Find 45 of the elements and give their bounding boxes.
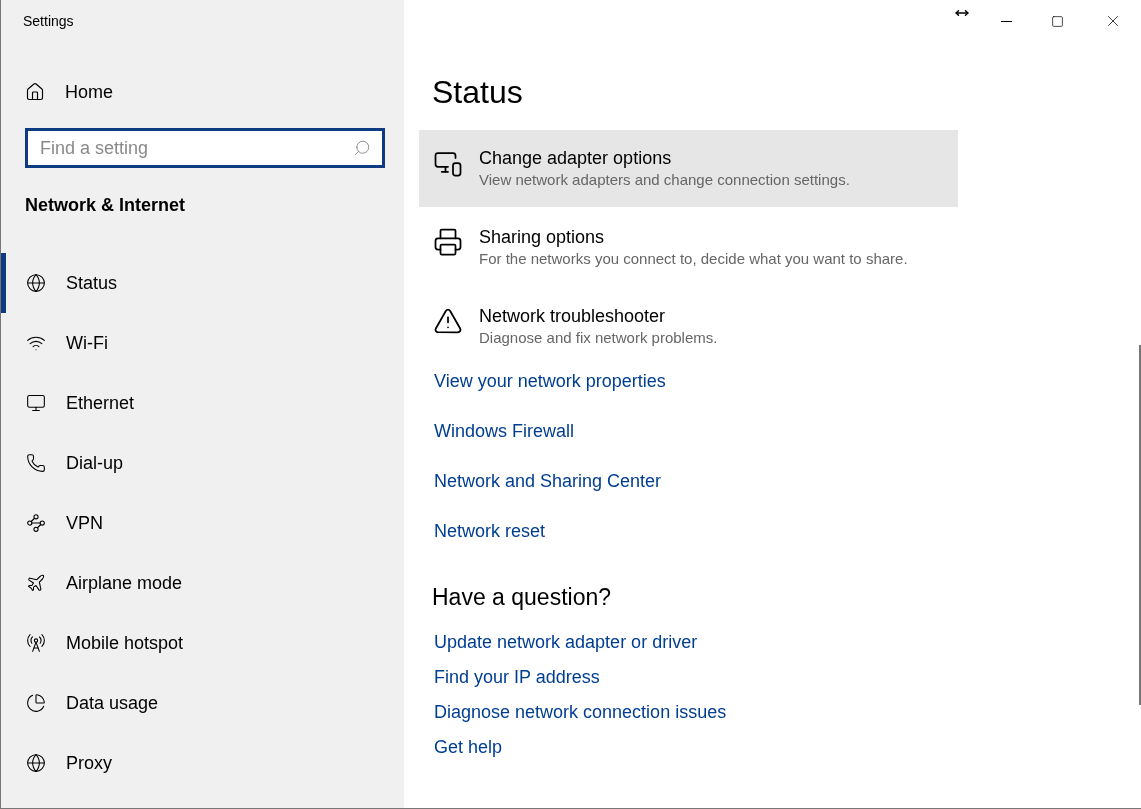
search-icon: [353, 139, 371, 157]
nav-item[interactable]: Mobile hotspot: [1, 613, 404, 673]
settings-link[interactable]: Windows Firewall: [434, 406, 575, 456]
phone-icon: [26, 453, 46, 473]
globe-icon: [26, 273, 46, 293]
question-heading: Have a question?: [432, 584, 611, 610]
home-nav-item[interactable]: Home: [1, 70, 404, 114]
help-link[interactable]: Get help: [434, 729, 503, 765]
help-link[interactable]: Find your IP address: [434, 659, 600, 695]
option-description: Diagnose and fix network problems.: [479, 328, 718, 348]
nav-item[interactable]: Data usage: [1, 673, 404, 733]
option-item[interactable]: Change adapter options View network adapters and change connection settings.: [419, 130, 958, 207]
help-link[interactable]: Diagnose network connection issues: [434, 694, 727, 730]
option-title: Network troubleshooter: [479, 305, 667, 327]
settings-link[interactable]: Network and Sharing Center: [434, 456, 662, 506]
nav-item[interactable]: Proxy: [1, 733, 404, 793]
nav-item[interactable]: Dial-up: [1, 433, 404, 493]
home-icon: [25, 82, 45, 102]
window-title: Settings: [23, 11, 74, 31]
minimize-icon: [1000, 20, 1012, 22]
nav-item[interactable]: Ethernet: [1, 373, 404, 433]
globe-icon: [26, 753, 46, 773]
monitor-icon: [26, 393, 46, 413]
pie-chart-icon: [26, 693, 46, 713]
page-heading: Status: [432, 74, 523, 110]
warning-icon: [433, 306, 463, 336]
nav-item[interactable]: Airplane mode: [1, 553, 404, 613]
option-description: View network adapters and change connection settings.: [479, 170, 850, 190]
printer-icon: [433, 227, 463, 257]
option-title: Sharing options: [479, 226, 606, 248]
nav-item[interactable]: Status: [1, 253, 404, 313]
search-field[interactable]: Find a setting: [25, 128, 385, 168]
option-description: For the networks you connect to, decide what you want to share.: [479, 249, 908, 269]
antenna-icon: [26, 633, 46, 653]
option-title: Change adapter options: [479, 147, 673, 169]
section-heading: Network & Internet: [25, 195, 186, 215]
option-item[interactable]: Sharing options For the networks you connect to, decide what you want to share.: [419, 209, 958, 286]
airplane-icon: [26, 573, 46, 593]
settings-link[interactable]: Network reset: [434, 506, 546, 556]
maximize-icon: [1050, 14, 1064, 28]
link-nodes-icon: [26, 513, 46, 533]
help-link[interactable]: Update network adapter or driver: [434, 624, 698, 660]
nav-item[interactable]: Wi-Fi: [1, 313, 404, 373]
scrollbar[interactable]: [1139, 345, 1141, 705]
nav-item[interactable]: VPN: [1, 493, 404, 553]
